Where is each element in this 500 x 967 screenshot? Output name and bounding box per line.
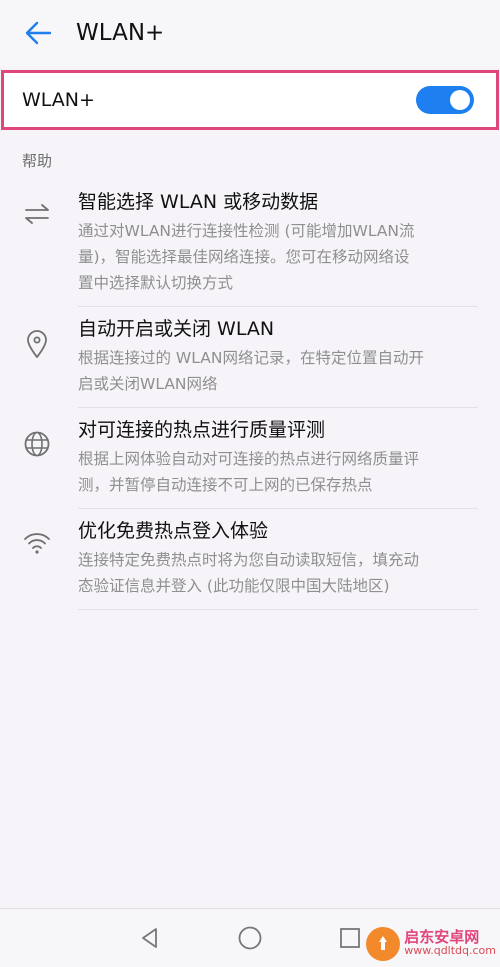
help-item-title: 对可连接的热点进行质量评测 [78, 419, 326, 441]
highlight-annotation [1, 70, 499, 130]
wifi-icon [24, 533, 50, 554]
help-item: 自动开启或关闭 WLAN 根据连接过的 WLAN网络记录，在特定位置自动开 启或… [0, 307, 500, 408]
help-item-title: 智能选择 WLAN 或移动数据 [78, 191, 319, 213]
top-app-bar: WLAN+ [0, 0, 500, 66]
location-pin-icon [27, 330, 47, 358]
back-arrow-icon [25, 21, 52, 45]
help-item-desc: 根据上网体验自动对可连接的热点进行网络质量评 测，并暂停自动连接不可上网的已保存… [78, 450, 420, 494]
help-item-desc: 通过对WLAN进行连接性检测 (可能增加WLAN流 量)，智能选择最佳网络连接。… [78, 222, 415, 292]
help-list: 智能选择 WLAN 或移动数据 通过对WLAN进行连接性检测 (可能增加WLAN… [0, 180, 500, 610]
back-button[interactable] [22, 17, 54, 49]
triangle-back-icon [142, 928, 157, 948]
help-item-desc: 连接特定免费热点时将为您自动读取短信，填充动 态验证信息并登入 (此功能仅限中国… [78, 551, 420, 595]
watermark-url: www.qdltdq.com [404, 944, 496, 957]
help-item: 对可连接的热点进行质量评测 根据上网体验自动对可连接的热点进行网络质量评 测，并… [0, 408, 500, 509]
square-recents-icon [340, 928, 360, 948]
help-item-desc: 根据连接过的 WLAN网络记录，在特定位置自动开 启或关闭WLAN网络 [78, 349, 424, 393]
nav-home-button[interactable] [236, 924, 264, 952]
nav-back-button[interactable] [136, 924, 164, 952]
watermark: 启东安卓网 www.qdltdq.com [366, 927, 496, 961]
nav-recents-button[interactable] [336, 924, 364, 952]
arrows-swap-icon [25, 204, 49, 224]
page-title: WLAN+ [76, 20, 165, 46]
watermark-name: 启东安卓网 [404, 928, 480, 946]
help-item-title: 优化免费热点登入体验 [78, 520, 269, 542]
help-item: 智能选择 WLAN 或移动数据 通过对WLAN进行连接性检测 (可能增加WLAN… [0, 180, 500, 307]
help-item-title: 自动开启或关闭 WLAN [78, 318, 275, 340]
globe-icon [24, 431, 50, 457]
section-header-help: 帮助 [22, 152, 53, 170]
watermark-logo-icon [366, 927, 401, 961]
help-item: 优化免费热点登入体验 连接特定免费热点时将为您自动读取短信，填充动 态验证信息并… [0, 509, 500, 610]
circle-home-icon [238, 926, 262, 950]
